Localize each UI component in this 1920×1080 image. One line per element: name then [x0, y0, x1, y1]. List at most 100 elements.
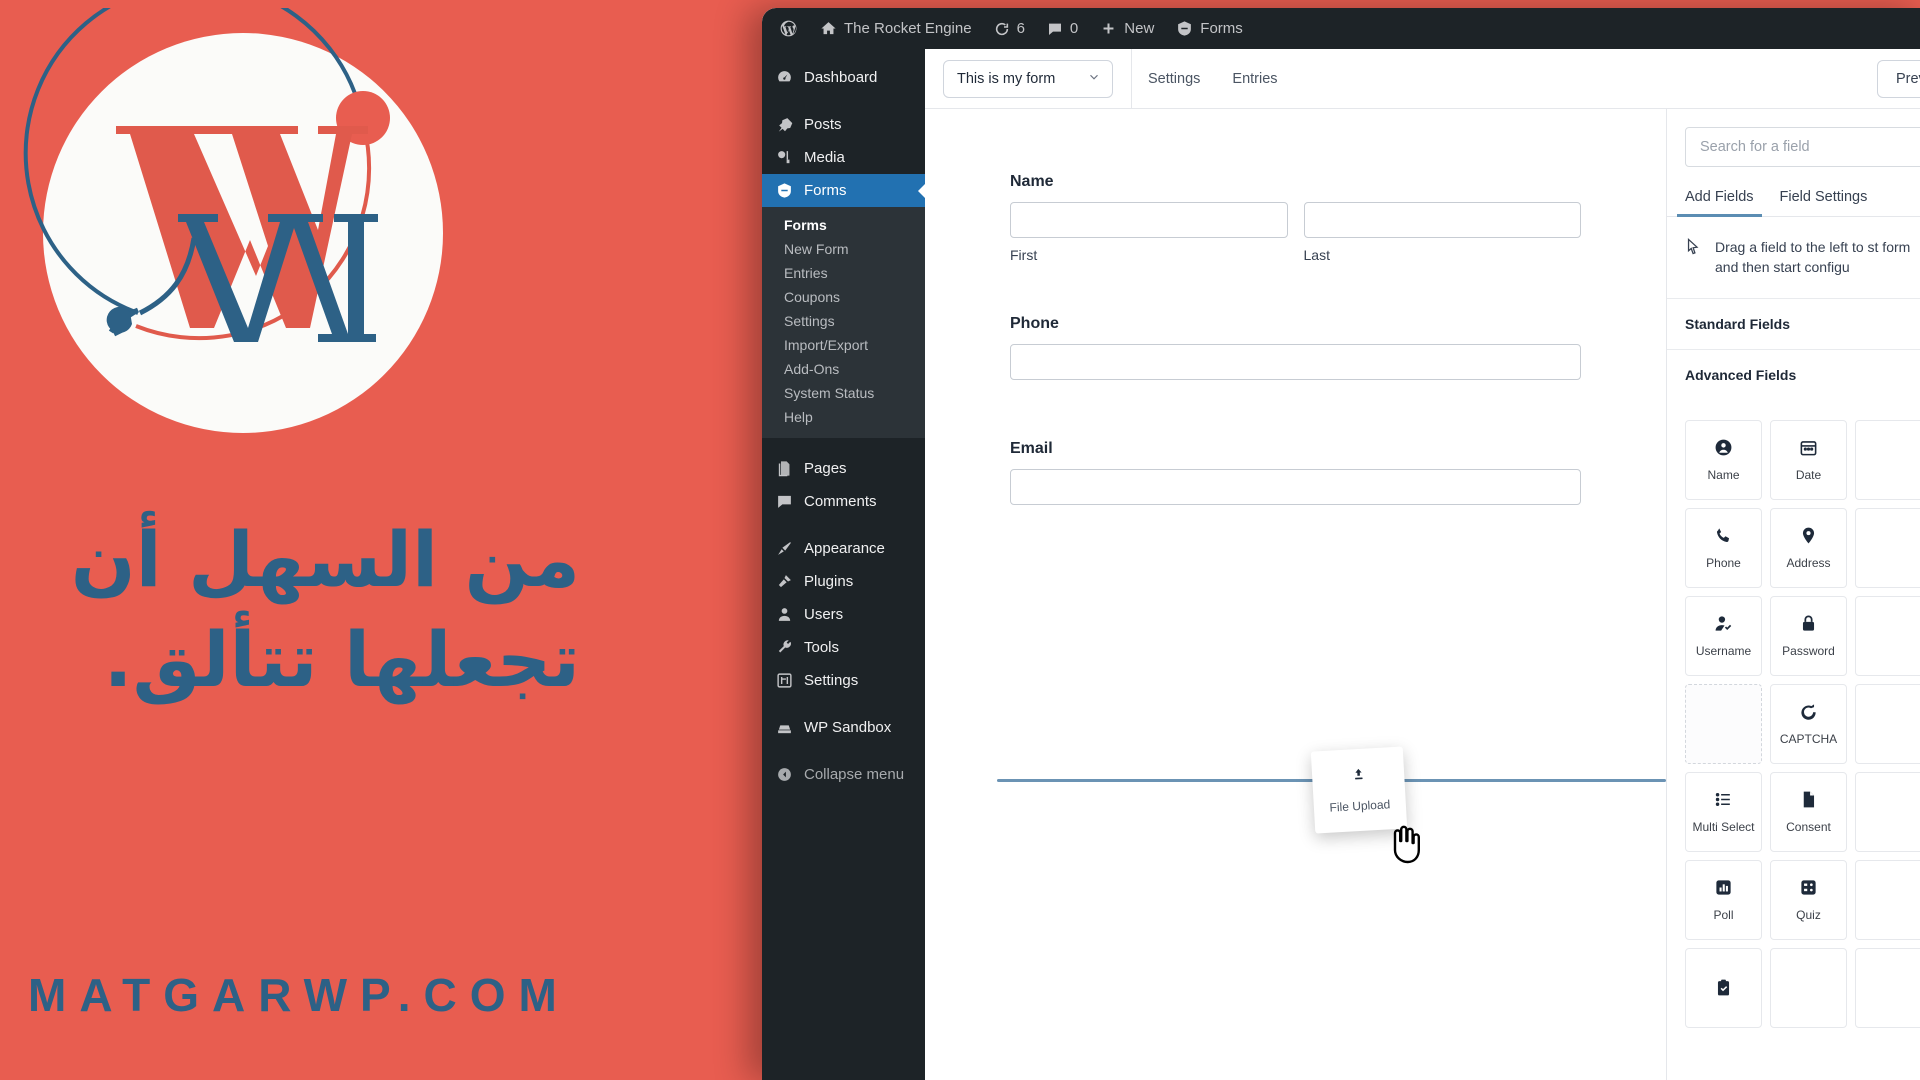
comments-menu[interactable]: 0 — [1036, 8, 1089, 49]
submenu-item-settings[interactable]: Settings — [762, 309, 925, 333]
field-tile-password[interactable]: Password — [1770, 595, 1847, 676]
map-pin-icon — [1799, 526, 1818, 545]
sidebar-item-users[interactable]: Users — [762, 598, 925, 631]
submenu-item-coupons[interactable]: Coupons — [762, 285, 925, 309]
field-tile-multi-select[interactable]: Multi Select — [1685, 771, 1762, 852]
field-tile-address[interactable]: Address — [1770, 507, 1847, 588]
clipboard-check-icon — [1714, 978, 1733, 997]
phone-input[interactable] — [1010, 344, 1581, 380]
form-field-phone[interactable]: Phone — [1010, 315, 1581, 380]
field-tile-cut-4[interactable] — [1855, 683, 1920, 764]
field-tile-label-consent: Consent — [1786, 819, 1831, 834]
promo-domain: MATGARWP.COM — [28, 969, 570, 1021]
sidebar-label-plugins: Plugins — [804, 573, 854, 590]
field-tile-cut-1[interactable] — [1855, 419, 1920, 500]
field-tile-date[interactable]: Date — [1770, 419, 1847, 500]
name-first-sublabel: First — [1010, 247, 1038, 263]
field-tile-label-captcha: CAPTCHA — [1779, 731, 1838, 746]
submenu-item-forms[interactable]: Forms — [762, 213, 925, 237]
field-tile-name[interactable]: Name — [1685, 419, 1762, 500]
name-last-input[interactable] — [1303, 202, 1581, 238]
preview-button[interactable]: Previ — [1876, 60, 1920, 98]
field-tile-cut-7[interactable] — [1770, 947, 1847, 1028]
sidebar-item-comments[interactable]: Comments — [762, 485, 925, 518]
form-field-name[interactable]: Name First Last — [1010, 173, 1581, 263]
tab-field-settings[interactable]: Field Settings — [1780, 189, 1868, 216]
sidebar-item-settings[interactable]: Settings — [762, 664, 925, 697]
upload-icon — [1350, 767, 1366, 788]
sidebar-item-plugins[interactable]: Plugins — [762, 565, 925, 598]
tab-entries[interactable]: Entries — [1216, 49, 1293, 109]
sidebar-label-media: Media — [804, 149, 845, 166]
comments-count: 0 — [1069, 20, 1079, 37]
sidebar-item-posts[interactable]: Posts — [762, 108, 925, 141]
field-tile-cut-3[interactable] — [1855, 595, 1920, 676]
field-tile-cut-6[interactable] — [1855, 859, 1920, 940]
field-label-phone: Phone — [1010, 315, 1059, 332]
sidebar-item-forms[interactable]: Forms — [762, 174, 925, 207]
name-last-sublabel: Last — [1303, 247, 1330, 263]
lock-icon — [1799, 614, 1818, 633]
field-tile-placeholder-file-upload[interactable] — [1685, 683, 1762, 764]
promo-headline: من السهل أن تجعلها تتألق. — [70, 515, 580, 705]
submenu-item-help[interactable]: Help — [762, 405, 925, 429]
captcha-icon — [1799, 702, 1818, 721]
field-search-input[interactable]: Search for a field — [1685, 127, 1920, 167]
tab-settings[interactable]: Settings — [1132, 49, 1216, 109]
panel-hint: Drag a field to the left to st form and … — [1667, 217, 1920, 299]
section-standard-fields[interactable]: Standard Fields — [1667, 299, 1920, 350]
sidebar-item-appearance[interactable]: Appearance — [762, 532, 925, 565]
field-tile-captcha[interactable]: CAPTCHA — [1770, 683, 1847, 764]
submenu-item-add-ons[interactable]: Add-Ons — [762, 357, 925, 381]
sidebar-item-wp-sandbox[interactable]: WP Sandbox — [762, 711, 925, 744]
name-first-col: First — [1010, 202, 1288, 263]
sidebar-item-tools[interactable]: Tools — [762, 631, 925, 664]
sidebar-item-collapse-menu[interactable]: Collapse menu — [762, 758, 925, 791]
panel-hint-text: Drag a field to the left to st form and … — [1715, 239, 1911, 276]
sidebar-item-pages[interactable]: Pages — [762, 452, 925, 485]
field-tile-username[interactable]: Username — [1685, 595, 1762, 676]
field-tile-poll[interactable]: Poll — [1685, 859, 1762, 940]
quiz-grid-icon — [1799, 878, 1818, 897]
site-name-menu[interactable]: The Rocket Engine — [809, 8, 983, 49]
field-tile-label-username: Username — [1695, 643, 1752, 658]
form-field-email[interactable]: Email — [1010, 440, 1581, 505]
field-label-name: Name — [1010, 173, 1054, 190]
sandbox-icon — [774, 719, 794, 736]
gravity-forms-builder: This is my form Settings Entries Previ N… — [925, 49, 1920, 1080]
field-tile-consent[interactable]: Consent — [1770, 771, 1847, 852]
submenu-item-entries[interactable]: Entries — [762, 261, 925, 285]
sidebar-item-dashboard[interactable]: Dashboard — [762, 61, 925, 94]
wordpress-logo-icon — [779, 19, 798, 38]
new-content-menu[interactable]: New — [1089, 8, 1165, 49]
form-canvas[interactable]: Name First Last Phone Email File Upload — [925, 109, 1666, 1080]
field-tile-cut-5[interactable] — [1855, 771, 1920, 852]
field-tile-quiz[interactable]: Quiz — [1770, 859, 1847, 940]
name-first-input[interactable] — [1010, 202, 1288, 238]
collapse-arrow-icon — [774, 766, 794, 783]
email-input[interactable] — [1010, 469, 1581, 505]
section-advanced-fields[interactable]: Advanced Fields — [1667, 350, 1920, 400]
updates-menu[interactable]: 6 — [983, 8, 1036, 49]
forms-adminbar-menu[interactable]: Forms — [1165, 8, 1254, 49]
sidebar-label-appearance: Appearance — [804, 540, 885, 557]
submenu-item-import-export[interactable]: Import/Export — [762, 333, 925, 357]
wm-plug-logo — [18, 0, 468, 458]
sidebar-item-media[interactable]: Media — [762, 141, 925, 174]
field-tile-phone[interactable]: Phone — [1685, 507, 1762, 588]
submenu-item-new-form[interactable]: New Form — [762, 237, 925, 261]
comments-icon — [774, 493, 794, 510]
field-tile-cut-2[interactable] — [1855, 507, 1920, 588]
mouse-pointer-icon — [1685, 237, 1702, 261]
field-tile-cut-8[interactable] — [1855, 947, 1920, 1028]
tab-add-fields[interactable]: Add Fields — [1677, 189, 1761, 217]
name-last-col: Last — [1303, 202, 1581, 263]
field-tile-label-quiz: Quiz — [1796, 907, 1821, 922]
sidebar-label-dashboard: Dashboard — [804, 69, 878, 86]
sidebar-label-forms: Forms — [804, 182, 847, 199]
wp-logo-menu[interactable] — [762, 8, 809, 49]
form-switcher-dropdown[interactable]: This is my form — [943, 59, 1113, 98]
comment-bubble-icon — [1047, 21, 1063, 37]
field-tile-survey[interactable] — [1685, 947, 1762, 1028]
submenu-item-system-status[interactable]: System Status — [762, 381, 925, 405]
